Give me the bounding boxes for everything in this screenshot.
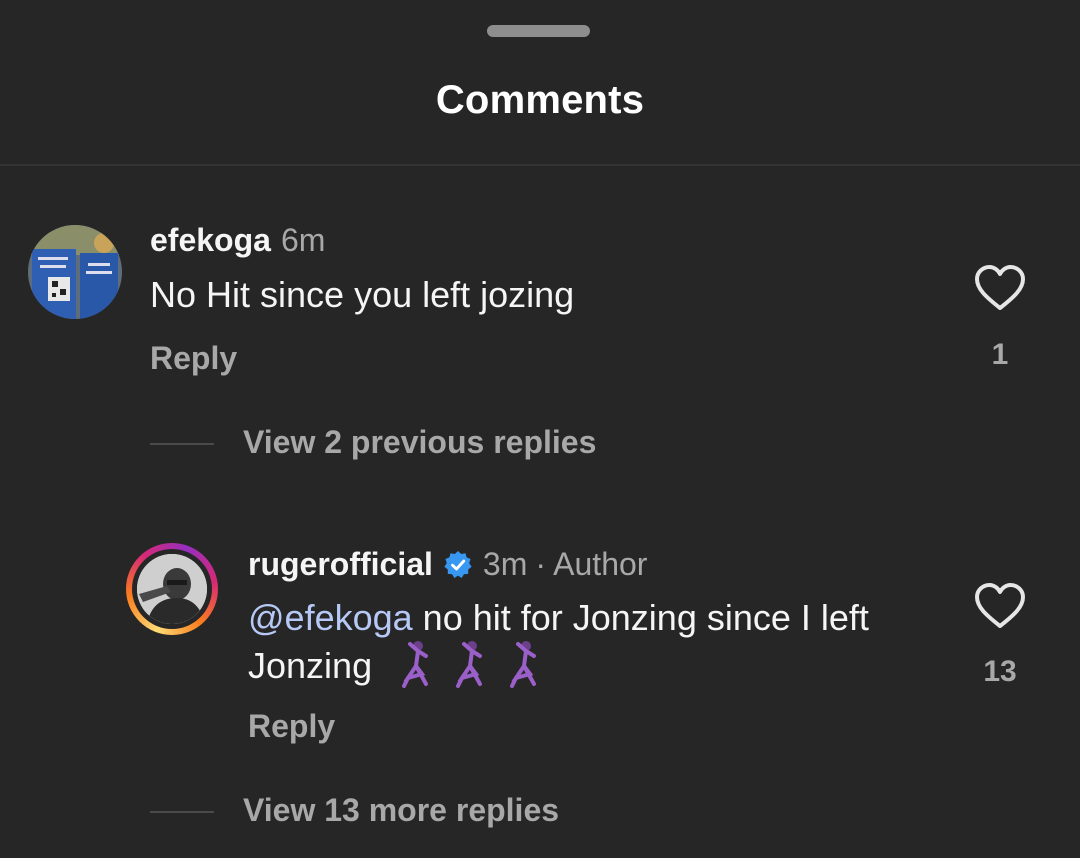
header-divider xyxy=(0,164,1080,166)
avatar[interactable] xyxy=(28,225,122,319)
verified-badge-icon xyxy=(443,550,473,580)
page-title: Comments xyxy=(435,78,645,122)
comment-text: No Hit since you left jozing xyxy=(150,274,575,315)
like-heart-icon[interactable] xyxy=(974,264,1026,312)
avatar[interactable] xyxy=(137,554,207,624)
reply-button[interactable]: Reply xyxy=(248,708,335,745)
story-ring[interactable] xyxy=(126,543,218,635)
comment-meta: rugerofficial 3m · Author xyxy=(248,546,647,583)
comment-text: @efekoga no hit for Jonzing since I left… xyxy=(248,596,928,688)
replies-divider-line xyxy=(150,443,214,445)
comment-meta: efekoga 6m xyxy=(150,222,325,259)
comment-time: 3m xyxy=(482,546,528,582)
view-previous-replies-button[interactable]: View 2 previous replies xyxy=(243,424,596,461)
like-count: 13 xyxy=(983,655,1017,688)
comments-sheet: Comments efekoga 6m No Hit since you left… xyxy=(0,0,1080,858)
dancing-woman-icon xyxy=(400,640,436,688)
mention-link[interactable]: @efekoga xyxy=(248,597,413,638)
author-label: · Author xyxy=(535,546,648,582)
like-heart-icon[interactable] xyxy=(974,582,1026,630)
comment-time: 6m xyxy=(280,222,326,258)
drag-handle[interactable] xyxy=(487,25,590,37)
comment-username[interactable]: efekoga xyxy=(150,222,271,258)
view-more-replies-button[interactable]: View 13 more replies xyxy=(243,792,559,829)
dancing-woman-icon xyxy=(508,640,544,688)
like-count: 1 xyxy=(991,338,1009,371)
replies-divider-line xyxy=(150,811,214,813)
dancing-woman-icon xyxy=(454,640,490,688)
reply-button[interactable]: Reply xyxy=(150,340,237,377)
comment-username[interactable]: rugerofficial xyxy=(248,546,433,583)
